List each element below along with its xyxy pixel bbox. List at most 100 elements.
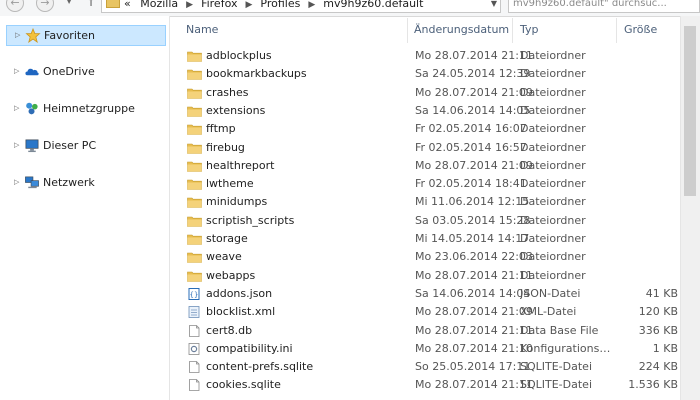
file-row[interactable]: adblockplus Mo 28.07.2014 21:11 Dateiord…: [180, 47, 690, 65]
homegroup-icon: [26, 102, 38, 115]
up-button[interactable]: ↑: [86, 0, 96, 9]
breadcrumb-firefox[interactable]: Firefox: [201, 0, 237, 10]
nav-item-favoriten[interactable]: ▷ Favoriten: [6, 25, 166, 46]
scrollbar-thumb[interactable]: [684, 26, 696, 196]
expand-arrow-icon[interactable]: ▷: [14, 62, 19, 81]
file-name: fftmp: [206, 122, 236, 136]
file-row[interactable]: extensions Sa 14.06.2014 14:05 Dateiordn…: [180, 102, 690, 120]
column-header-type[interactable]: Typ: [520, 23, 539, 36]
nav-item-netzwerk[interactable]: ▷ Netzwerk: [6, 173, 166, 194]
file-type: Dateiordner: [520, 49, 586, 62]
column-header-size[interactable]: Größe: [624, 23, 657, 36]
nav-item-label: Netzwerk: [43, 176, 95, 189]
folder-icon: [187, 87, 202, 99]
column-header-name[interactable]: Name: [186, 23, 218, 36]
expand-arrow-icon[interactable]: ▷: [15, 26, 20, 45]
file-name: healthreport: [206, 158, 275, 172]
chevron-right-icon[interactable]: ▶: [245, 0, 252, 10]
file-date: Fr 02.05.2014 16:07: [415, 122, 527, 136]
file-row[interactable]: cert8.db Mo 28.07.2014 21:11 Data Base F…: [180, 322, 690, 340]
folder-icon: [187, 196, 202, 209]
expand-arrow-icon[interactable]: ▷: [14, 99, 19, 118]
nav-item-onedrive[interactable]: ▷ OneDrive: [6, 62, 166, 83]
file-date: Mi 11.06.2014 12:15: [415, 195, 530, 209]
file-size: 1.536 KB: [628, 378, 678, 392]
file-row[interactable]: {} addons.json Sa 14.06.2014 14:04 JSON-…: [180, 285, 690, 303]
file-row[interactable]: healthreport Mo 28.07.2014 21:09 Dateior…: [180, 157, 690, 175]
file-name: extensions: [206, 103, 266, 117]
folder-icon: [187, 160, 202, 172]
file-row[interactable]: firebug Fr 02.05.2014 16:57 Dateiordner: [180, 139, 690, 157]
chevron-right-icon[interactable]: ▶: [186, 0, 193, 10]
expand-arrow-icon[interactable]: ▷: [14, 173, 19, 192]
column-divider[interactable]: [512, 18, 513, 43]
file-date: Mo 28.07.2014 21:11: [415, 323, 533, 337]
file-type: Data Base File: [520, 323, 599, 337]
ini-file-icon: [187, 342, 202, 355]
network-icon: [25, 176, 39, 189]
nav-item-label: OneDrive: [43, 65, 95, 78]
column-divider[interactable]: [407, 18, 408, 43]
folder-icon: [187, 142, 202, 154]
star-icon: [25, 28, 41, 43]
file-row[interactable]: content-prefs.sqlite So 25.05.2014 17:11…: [180, 358, 690, 376]
file-date: Sa 24.05.2014 12:39: [415, 67, 531, 81]
file-list: Name Änderungsdatum Typ Größe adblockplu…: [170, 16, 700, 400]
file-name: cookies.sqlite: [206, 378, 281, 392]
chevron-down-icon: ▼: [490, 0, 497, 8]
back-button[interactable]: ←: [6, 0, 24, 12]
file-date: Sa 03.05.2014 15:28: [415, 213, 531, 227]
search-input[interactable]: mv9h9z60.default" durchsuc...: [508, 0, 700, 13]
column-divider[interactable]: [616, 18, 617, 43]
file-type: Dateiordner: [520, 140, 586, 154]
breadcrumb-overflow[interactable]: «: [124, 0, 131, 10]
svg-text:{}: {}: [190, 291, 199, 299]
json-file-icon: {}: [187, 287, 202, 300]
address-dropdown-button[interactable]: ▼: [491, 0, 497, 11]
folder-icon: [187, 215, 202, 227]
file-type: Dateiordner: [520, 268, 586, 282]
file-date: Mi 14.05.2014 14:17: [415, 232, 530, 245]
breadcrumb-profiles[interactable]: Profiles: [260, 0, 300, 10]
folder-icon: [187, 251, 202, 264]
file-type: Konfigurationsein...: [520, 341, 616, 355]
file-icon: [187, 324, 202, 337]
file-row[interactable]: webapps Mo 28.07.2014 21:11 Dateiordner: [180, 267, 690, 285]
nav-item-heimnetzgruppe[interactable]: ▷ Heimnetzgruppe: [6, 99, 166, 120]
column-header-date[interactable]: Änderungsdatum: [414, 23, 509, 36]
file-row[interactable]: fftmp Fr 02.05.2014 16:07 Dateiordner: [180, 120, 690, 138]
vertical-scrollbar[interactable]: [680, 16, 700, 400]
file-name: lwtheme: [206, 177, 254, 191]
chevron-right-icon[interactable]: ▶: [308, 0, 315, 10]
forward-button[interactable]: →: [36, 0, 54, 12]
file-row[interactable]: bookmarkbackups Sa 24.05.2014 12:39 Date…: [180, 65, 690, 83]
file-row[interactable]: cookies.sqlite Mo 28.07.2014 21:11 SQLIT…: [180, 376, 690, 394]
file-size: 224 KB: [638, 360, 678, 374]
file-date: Sa 14.06.2014 14:05: [415, 103, 531, 117]
navigation-pane: ▷ Favoriten ▷ OneDrive ▷ Heimnetzgruppe …: [0, 16, 170, 400]
address-bar[interactable]: « Mozilla ▶ Firefox ▶ Profiles ▶ mv9h9z60.defa…: [101, 0, 501, 13]
file-row[interactable]: compatibility.ini Mo 28.07.2014 21:10 Ko…: [180, 340, 690, 358]
file-icon: [187, 361, 202, 373]
file-type: Dateiordner: [520, 195, 586, 209]
file-row[interactable]: weave Mo 23.06.2014 22:03 Dateiordner: [180, 248, 690, 266]
arrow-right-icon: →: [40, 0, 50, 9]
breadcrumb-mozilla[interactable]: Mozilla: [140, 0, 178, 10]
expand-arrow-icon[interactable]: ▷: [14, 136, 19, 155]
file-row[interactable]: crashes Mo 28.07.2014 21:09 Dateiordner: [180, 84, 690, 102]
file-date: So 25.05.2014 17:11: [415, 360, 531, 374]
file-type: SQLITE-Datei: [520, 360, 592, 374]
file-row[interactable]: lwtheme Fr 02.05.2014 18:41 Dateiordner: [180, 175, 690, 193]
recent-locations-button[interactable]: ▼: [66, 0, 72, 5]
breadcrumb-current[interactable]: mv9h9z60.default: [323, 0, 423, 10]
file-row[interactable]: storage Mi 14.05.2014 14:17 Dateiordner: [180, 230, 690, 248]
file-type: Dateiordner: [520, 158, 586, 172]
file-row[interactable]: blocklist.xml Mo 28.07.2014 21:09 XML-Da…: [180, 303, 690, 321]
file-date: Fr 02.05.2014 18:41: [415, 177, 527, 191]
file-row[interactable]: scriptish_scripts Sa 03.05.2014 15:28 Da…: [180, 212, 690, 230]
file-name: bookmarkbackups: [206, 67, 307, 81]
file-type: Dateiordner: [520, 232, 586, 245]
file-row[interactable]: minidumps Mi 11.06.2014 12:15 Dateiordne…: [180, 193, 690, 211]
file-icon: [187, 379, 202, 392]
nav-item-dieser-pc[interactable]: ▷ Dieser PC: [6, 136, 166, 157]
